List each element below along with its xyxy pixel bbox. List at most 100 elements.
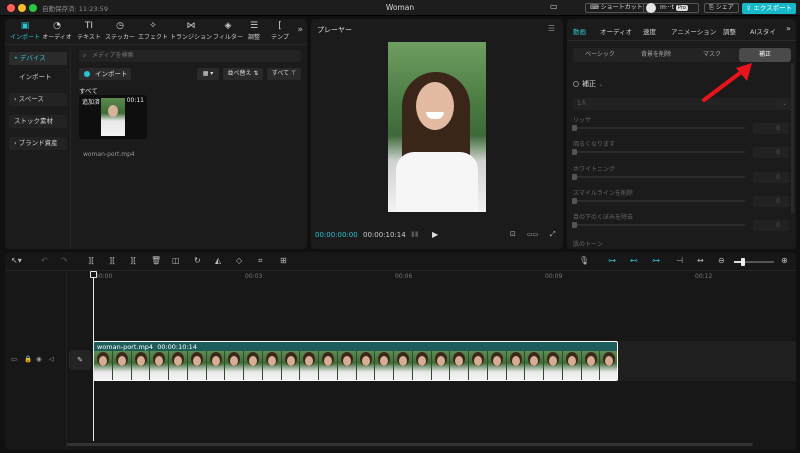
timeline-clip[interactable]: woman-port.mp4 00:00:10:14 — [93, 341, 618, 381]
more-tools-icon[interactable]: » — [297, 25, 303, 35]
sidebar-item-space[interactable]: › スペース — [9, 93, 67, 106]
play-button[interactable]: ▶ — [432, 230, 438, 239]
shortcut-button[interactable]: ⌨ ショートカット — [585, 3, 648, 13]
reverse-icon[interactable]: ↻ — [194, 256, 201, 265]
tab-adjust[interactable]: 調整 — [723, 26, 736, 36]
filmstrip-frame — [544, 351, 563, 380]
split-icon[interactable]: ][ — [88, 256, 94, 265]
tab-audio[interactable]: オーディオ — [600, 26, 632, 36]
main-track-magnet-icon[interactable]: ⊶ — [608, 256, 616, 265]
slider-knob[interactable] — [572, 174, 577, 180]
playhead-handle[interactable] — [90, 271, 97, 278]
aspect-ratio-button[interactable]: ▭▭ — [527, 231, 538, 238]
retouch-toggle[interactable] — [573, 81, 579, 87]
tool-template[interactable]: [テンプ — [267, 20, 293, 41]
crop-icon[interactable]: ⌗ — [258, 256, 263, 266]
tool-audio[interactable]: ◔ オーディオ — [39, 20, 75, 41]
freeze-icon[interactable]: ◫ — [172, 256, 180, 265]
slider-value[interactable]: 0 — [753, 172, 789, 183]
media-search-input[interactable]: ⌕ メディアを検索 — [79, 50, 301, 62]
tool-sticker[interactable]: ◷ ステッカー — [102, 20, 138, 41]
tool-transition[interactable]: ⋈ トランジション — [169, 20, 213, 41]
cover-edit-button[interactable]: ✎ — [69, 350, 91, 370]
select-cursor-icon[interactable]: ↖▾ — [11, 256, 22, 265]
playhead[interactable] — [93, 271, 94, 441]
slider-track[interactable] — [572, 174, 745, 180]
slider-track[interactable] — [572, 222, 745, 228]
fit-timeline-icon[interactable]: ↔ — [697, 256, 704, 265]
zoom-slider-knob[interactable] — [741, 258, 745, 266]
split-right-icon[interactable]: ][ — [130, 256, 136, 265]
zoom-slider[interactable] — [734, 258, 774, 266]
fit-screen-icon[interactable]: ⊡ — [510, 230, 516, 238]
tool-effect[interactable]: ✧ エフェクト — [135, 20, 171, 41]
video-preview[interactable] — [388, 42, 486, 212]
tab-speed[interactable]: 速度 — [643, 26, 656, 36]
import-button[interactable]: インポート — [79, 68, 131, 80]
subtab-basic[interactable]: ベーシック — [573, 48, 627, 62]
ruler-mark: 00:03 — [245, 273, 263, 280]
slider-track[interactable] — [572, 149, 745, 155]
ai-edit-icon[interactable]: ⊞ — [280, 256, 287, 265]
chevron-down-icon: ⌄ — [598, 81, 604, 88]
properties-panel: 動画 オーディオ 速度 アニメーション 調整 AIスタイ » ベーシック 背景を… — [567, 19, 796, 249]
sidebar-item-import[interactable]: インポート — [9, 71, 67, 84]
face-select-dropdown[interactable]: 1人 ⌄ — [573, 98, 791, 110]
timeline-scrollbar[interactable] — [67, 443, 753, 446]
timeline-ruler[interactable]: 00:00 00:03 00:06 00:09 00:12 — [67, 271, 796, 283]
retouch-section-header[interactable]: 補正 ⌄ — [573, 79, 603, 89]
tool-import[interactable]: ▣ インポート — [7, 20, 43, 41]
tab-ai-style[interactable]: AIスタイ — [750, 26, 784, 36]
tool-adjust[interactable]: ☰ 調整 — [239, 20, 269, 41]
export-button[interactable]: ⇪ エクスポート — [742, 3, 796, 14]
auto-snap-icon[interactable]: ⊷ — [630, 256, 638, 265]
slider-value[interactable]: 0 — [753, 196, 789, 207]
slider-value[interactable]: 0 — [753, 123, 789, 134]
view-mode-button[interactable]: ▦ ▾ — [197, 68, 219, 80]
share-button[interactable]: ⎘ シェア — [704, 3, 739, 13]
slider-knob[interactable] — [572, 198, 577, 204]
retouch-section-title: 補正 — [582, 80, 596, 88]
slider-track[interactable] — [572, 198, 745, 204]
split-left-icon[interactable]: ][ — [109, 256, 115, 265]
fullscreen-icon[interactable]: ⤢ — [550, 230, 556, 239]
sidebar-item-brand[interactable]: › ブランド資産 — [9, 137, 67, 150]
slider-knob[interactable] — [572, 222, 577, 228]
mirror-icon[interactable]: ◭ — [215, 256, 221, 265]
eye-icon[interactable]: ◉ — [36, 355, 42, 363]
slider-knob[interactable] — [572, 125, 577, 131]
zoom-in-icon[interactable]: ⊕ — [781, 256, 788, 265]
subtab-remove-bg[interactable]: 背景を削除 — [627, 48, 685, 62]
more-tabs-icon[interactable]: » — [786, 24, 791, 33]
media-clip-thumbnail[interactable]: 追加済 00:11 — [79, 95, 147, 139]
tab-video[interactable]: 動画 — [573, 26, 586, 36]
sort-button[interactable]: 並べ替え ⇅ — [223, 68, 263, 80]
rotate-icon[interactable]: ◇ — [236, 256, 242, 265]
player-menu-icon[interactable]: ☰ — [548, 24, 555, 33]
link-icon[interactable]: ⊶ — [652, 256, 660, 265]
adjust-icon: ☰ — [249, 21, 259, 31]
tab-animation[interactable]: アニメーション — [671, 26, 716, 36]
undo-icon[interactable]: ↶ — [41, 256, 48, 265]
zoom-out-icon[interactable]: ⊖ — [718, 256, 725, 265]
delete-icon[interactable]: 🗑 — [151, 256, 161, 265]
sidebar-item-stock[interactable]: ストック素材 — [9, 115, 67, 128]
preview-axis-icon[interactable]: ⊣ — [676, 256, 683, 265]
slider-label: リッサ — [573, 117, 592, 124]
properties-scrollbar[interactable] — [791, 63, 794, 213]
sticker-icon: ◷ — [116, 21, 124, 31]
microphone-icon[interactable]: 🎙 — [579, 256, 589, 265]
redo-icon[interactable]: ↷ — [61, 256, 68, 265]
sidebar-item-device[interactable]: • デバイス — [9, 52, 67, 65]
slider-track[interactable] — [572, 125, 745, 131]
slider-knob[interactable] — [572, 149, 577, 155]
avatar[interactable] — [646, 3, 656, 13]
filter-button[interactable]: すべて ⊤ — [267, 68, 301, 80]
slider-label: ホワイトニング — [573, 166, 616, 173]
lock-icon[interactable]: 🔒 — [24, 355, 32, 363]
layout-icon[interactable]: ▭ — [550, 3, 564, 13]
slider-value[interactable]: 0 — [753, 220, 789, 231]
shortcut-label: ショートカット — [600, 4, 643, 11]
mute-icon[interactable]: ◁ — [49, 355, 54, 363]
slider-value[interactable]: 0 — [753, 147, 789, 158]
